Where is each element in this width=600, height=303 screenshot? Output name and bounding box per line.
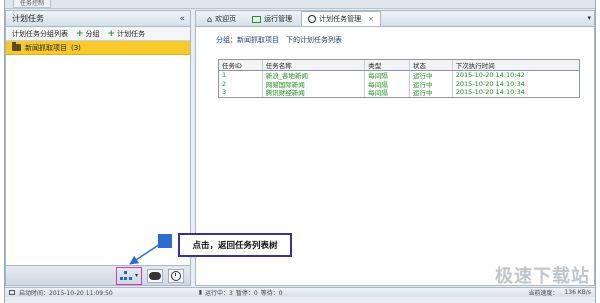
callout-box: 点击，返回任务列表树 bbox=[178, 233, 292, 257]
callout-text: 点击，返回任务列表树 bbox=[192, 241, 278, 251]
callout-arrow bbox=[129, 234, 172, 265]
watermark: 极速下载站 bbox=[495, 266, 590, 287]
